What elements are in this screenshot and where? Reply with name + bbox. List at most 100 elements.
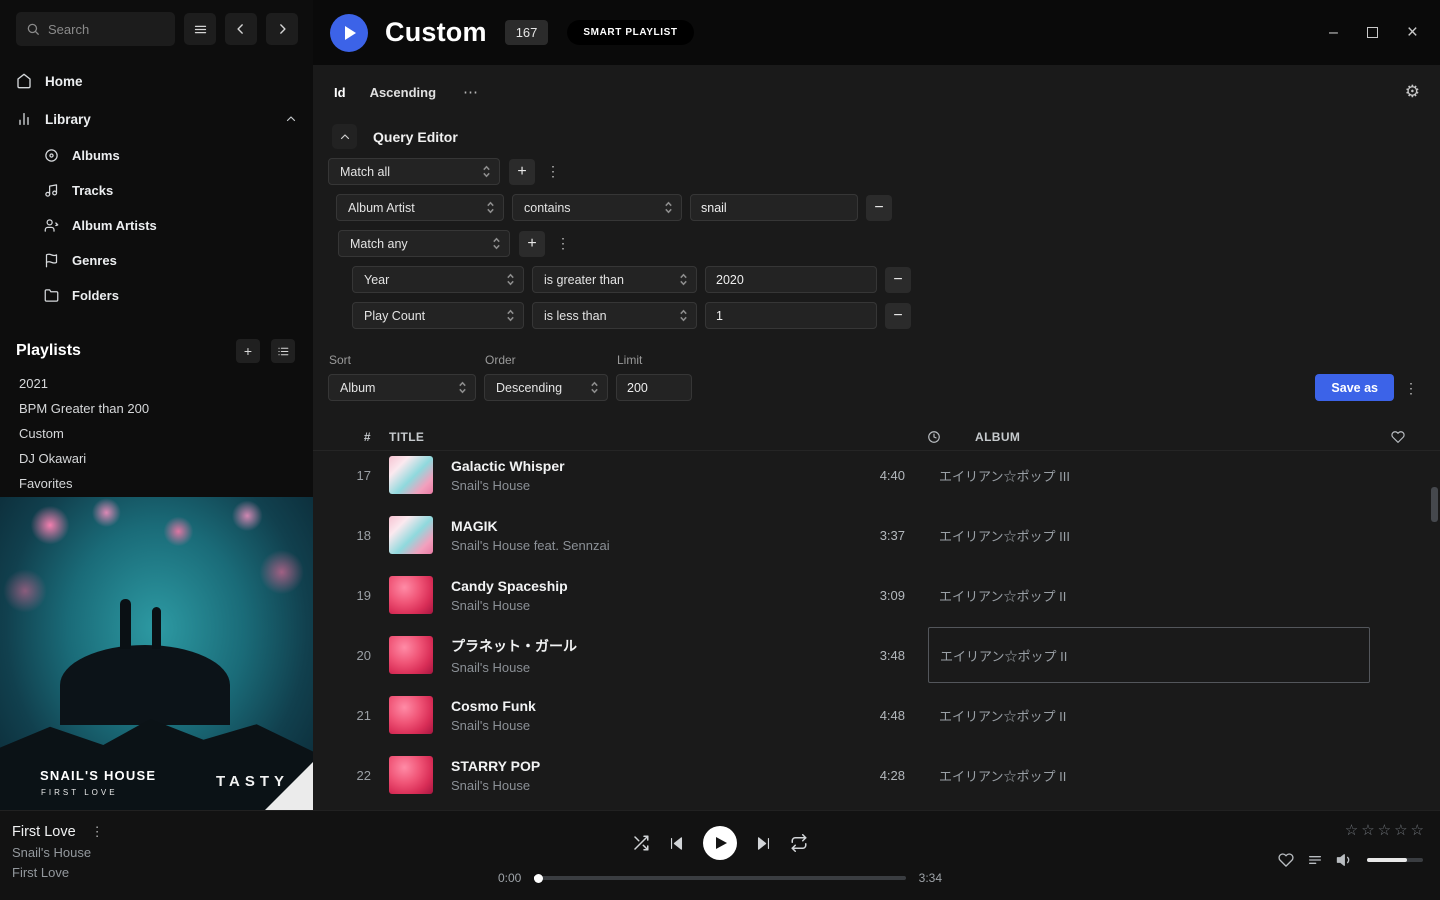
previous-track-button[interactable] xyxy=(668,835,685,852)
more-horizontal-icon[interactable]: ⋯ xyxy=(463,83,479,101)
sidebar-item-library[interactable]: Library xyxy=(0,100,313,138)
volume-slider[interactable] xyxy=(1367,858,1423,862)
track-artist[interactable]: Snail's House xyxy=(451,718,835,733)
sidebar-item-album-artists[interactable]: Album Artists xyxy=(0,208,313,243)
track-title[interactable]: STARRY POP xyxy=(451,758,835,774)
add-playlist-button[interactable]: + xyxy=(236,339,260,363)
add-rule-button[interactable]: + xyxy=(519,231,545,257)
track-menu-button[interactable]: ⋮ xyxy=(91,824,104,840)
track-artist[interactable]: Snail's House feat. Sennzai xyxy=(451,538,835,553)
scrollbar-thumb[interactable] xyxy=(1431,487,1438,522)
nav-forward-button[interactable] xyxy=(266,13,298,45)
remove-rule-button[interactable]: − xyxy=(885,303,911,329)
star-icon[interactable]: ☆ xyxy=(1378,821,1391,839)
column-header-number[interactable]: # xyxy=(327,430,371,444)
match-mode-select[interactable]: Match all xyxy=(328,158,500,185)
playlist-item[interactable]: Favorites xyxy=(0,471,313,496)
star-icon[interactable]: ☆ xyxy=(1345,821,1358,839)
group-menu-button[interactable]: ⋮ xyxy=(554,231,572,257)
column-header-title[interactable]: TITLE xyxy=(389,430,871,444)
remove-rule-button[interactable]: − xyxy=(885,267,911,293)
track-title[interactable]: Galactic Whisper xyxy=(451,458,835,474)
favorite-button[interactable] xyxy=(1278,852,1294,868)
sort-direction-button[interactable]: Ascending xyxy=(370,85,436,100)
search-input-container[interactable] xyxy=(16,12,175,46)
track-title[interactable]: プラネット・ガール xyxy=(451,636,835,656)
save-as-button[interactable]: Save as xyxy=(1315,374,1394,401)
sidebar-item-folders[interactable]: Folders xyxy=(0,278,313,313)
now-playing-artwork[interactable]: SNAIL'S HOUSE FIRST LOVE TASTY xyxy=(0,497,313,810)
rating-stars[interactable]: ☆ ☆ ☆ ☆ ☆ xyxy=(1345,821,1424,839)
sidebar-item-albums[interactable]: Albums xyxy=(0,138,313,173)
table-row[interactable]: 17 Galactic Whisper Snail's House 4:40 エ… xyxy=(313,451,1440,505)
volume-icon[interactable] xyxy=(1336,851,1354,869)
next-track-button[interactable] xyxy=(755,835,772,852)
column-header-favorite[interactable] xyxy=(1370,430,1426,444)
window-close-button[interactable]: × xyxy=(1407,23,1418,42)
rule-operator-select[interactable]: is less than xyxy=(532,302,697,329)
rule-value-input[interactable] xyxy=(705,266,877,293)
track-artist[interactable]: Snail's House xyxy=(451,478,835,493)
track-album[interactable]: エイリアン☆ポップ II xyxy=(939,706,1370,725)
gear-icon[interactable]: ⚙ xyxy=(1405,82,1420,102)
rule-operator-select[interactable]: is greater than xyxy=(532,266,697,293)
track-album[interactable]: エイリアン☆ポップ III xyxy=(939,466,1370,485)
add-rule-button[interactable]: + xyxy=(509,159,535,185)
column-header-album[interactable]: ALBUM xyxy=(975,430,1370,444)
window-maximize-button[interactable] xyxy=(1367,27,1378,38)
rule-value-input[interactable] xyxy=(690,194,858,221)
limit-input[interactable] xyxy=(616,374,692,401)
track-artist[interactable]: Snail's House xyxy=(451,660,835,675)
shuffle-button[interactable] xyxy=(632,834,650,852)
seek-knob[interactable] xyxy=(534,874,543,883)
sort-field-button[interactable]: Id xyxy=(334,85,346,100)
window-minimize-button[interactable]: – xyxy=(1329,24,1338,42)
star-icon[interactable]: ☆ xyxy=(1394,821,1407,839)
column-header-duration[interactable] xyxy=(871,430,941,444)
search-input[interactable] xyxy=(48,22,165,37)
match-mode-select[interactable]: Match any xyxy=(338,230,510,257)
playlist-item[interactable]: 2021 xyxy=(0,371,313,396)
playlist-list-button[interactable] xyxy=(271,339,295,363)
track-title[interactable]: Cosmo Funk xyxy=(451,698,835,714)
star-icon[interactable]: ☆ xyxy=(1361,821,1374,839)
order-select[interactable]: Descending xyxy=(484,374,608,401)
sidebar-item-genres[interactable]: Genres xyxy=(0,243,313,278)
rule-value-input[interactable] xyxy=(705,302,877,329)
rule-field-select[interactable]: Year xyxy=(352,266,524,293)
sidebar-item-tracks[interactable]: Tracks xyxy=(0,173,313,208)
table-row[interactable]: 18 MAGIK Snail's House feat. Sennzai 3:3… xyxy=(313,505,1440,565)
group-menu-button[interactable]: ⋮ xyxy=(544,159,562,185)
sort-select[interactable]: Album xyxy=(328,374,476,401)
rule-field-select[interactable]: Play Count xyxy=(352,302,524,329)
queue-button[interactable] xyxy=(1307,852,1323,868)
table-row[interactable]: 19 Candy Spaceship Snail's House 3:09 エイ… xyxy=(313,565,1440,625)
table-row[interactable]: 22 STARRY POP Snail's House 4:28 エイリアン☆ポ… xyxy=(313,745,1440,805)
track-artist[interactable]: Snail's House xyxy=(451,598,835,613)
track-title[interactable]: Candy Spaceship xyxy=(451,578,835,594)
rule-operator-select[interactable]: contains xyxy=(512,194,682,221)
track-title[interactable]: MAGIK xyxy=(451,518,835,534)
save-menu-button[interactable]: ⋮ xyxy=(1402,375,1420,401)
playlist-item[interactable]: BPM Greater than 200 xyxy=(0,396,313,421)
track-album[interactable]: エイリアン☆ポップ II xyxy=(939,766,1370,785)
track-album-focused[interactable]: エイリアン☆ポップ II xyxy=(928,627,1370,683)
menu-button[interactable] xyxy=(184,13,216,45)
sidebar-item-home[interactable]: Home xyxy=(0,62,313,100)
track-artist[interactable]: Snail's House xyxy=(451,778,835,793)
play-playlist-button[interactable] xyxy=(330,14,368,52)
seek-bar[interactable] xyxy=(534,876,905,880)
query-editor-collapse-button[interactable] xyxy=(332,124,357,149)
repeat-button[interactable] xyxy=(790,834,808,852)
chevron-up-icon[interactable] xyxy=(285,113,297,125)
table-row[interactable]: 20 プラネット・ガール Snail's House 3:48 エイリアン☆ポッ… xyxy=(313,625,1440,685)
playlist-item[interactable]: DJ Okawari xyxy=(0,446,313,471)
rule-field-select[interactable]: Album Artist xyxy=(336,194,504,221)
star-icon[interactable]: ☆ xyxy=(1411,821,1424,839)
track-album[interactable]: エイリアン☆ポップ II xyxy=(939,586,1370,605)
track-album[interactable]: エイリアン☆ポップ III xyxy=(939,526,1370,545)
playlist-item[interactable]: Custom xyxy=(0,421,313,446)
play-pause-button[interactable] xyxy=(703,826,737,860)
remove-rule-button[interactable]: − xyxy=(866,195,892,221)
table-row[interactable]: 21 Cosmo Funk Snail's House 4:48 エイリアン☆ポ… xyxy=(313,685,1440,745)
